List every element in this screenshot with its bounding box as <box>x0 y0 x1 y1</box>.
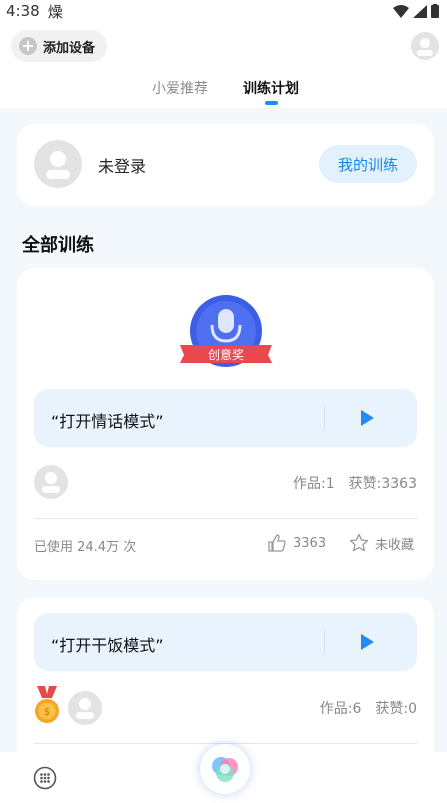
avatar <box>34 140 82 188</box>
training-phrase: “打开情话模式” <box>51 412 164 431</box>
phrase-box[interactable]: “打开情话模式” <box>34 389 417 447</box>
user-avatar-icon <box>417 38 433 56</box>
add-device-button[interactable]: + 添加设备 <box>11 30 108 62</box>
creative-award-badge: 创意奖 <box>180 295 272 367</box>
my-training-button[interactable]: 我的训练 <box>319 145 417 183</box>
login-card[interactable]: 未登录 我的训练 <box>17 124 434 206</box>
training-card[interactable]: 创意奖 “打开情话模式” 作品:1 获赞:3363 已使用 24.4万 次 33… <box>17 268 434 580</box>
favorite-button[interactable]: 未收藏 <box>349 533 414 553</box>
battery-icon <box>431 4 439 18</box>
user-avatar-icon <box>46 151 70 179</box>
phrase-box[interactable]: “打开干饭模式” <box>34 613 417 671</box>
assistant-button[interactable] <box>200 744 250 794</box>
works-count: 作品:6 <box>319 701 362 717</box>
works-count: 作品:1 <box>293 476 335 492</box>
author-avatar[interactable] <box>34 465 68 499</box>
likes-total: 获赞:3363 <box>348 476 417 492</box>
like-count: 3363 <box>293 535 327 551</box>
login-status[interactable]: 未登录 <box>98 153 146 177</box>
usage-count: 已使用 24.4万 次 <box>34 540 137 555</box>
play-icon[interactable] <box>359 409 375 427</box>
star-icon <box>349 533 369 552</box>
add-device-label: 添加设备 <box>43 40 96 56</box>
user-avatar-icon <box>42 472 60 493</box>
tab-bar: 小爱推荐 训练计划 <box>0 76 447 106</box>
divider <box>324 406 325 430</box>
favorite-label: 未收藏 <box>375 537 415 553</box>
user-avatar-icon <box>76 698 94 719</box>
profile-button[interactable] <box>411 32 439 60</box>
training-phrase: “打开干饭模式” <box>51 636 164 655</box>
divider <box>34 518 417 519</box>
app-grid-icon[interactable] <box>33 766 57 790</box>
thumbs-up-icon <box>268 534 286 552</box>
gold-medal-icon: $ <box>35 686 59 723</box>
section-title: 全部训练 <box>22 235 94 256</box>
badge-label: 创意奖 <box>208 347 244 362</box>
status-notification: 燥 <box>47 2 63 21</box>
signal-icon <box>413 4 427 18</box>
status-bar: 4:38 燥 <box>0 0 447 22</box>
author-stats: 作品:6 获赞:0 <box>320 698 417 718</box>
like-button[interactable]: 3363 <box>267 533 326 553</box>
xiaoai-orb-icon <box>212 757 238 782</box>
tab-recommend[interactable]: 小爱推荐 <box>152 78 208 98</box>
author-avatar[interactable] <box>68 691 102 725</box>
top-bar: + 添加设备 小爱推荐 训练计划 <box>0 22 447 108</box>
divider <box>324 630 325 654</box>
tab-active-indicator <box>265 101 278 105</box>
status-time: 4:38 <box>6 2 40 20</box>
bottom-bar <box>0 744 447 803</box>
tab-training-plan[interactable]: 训练计划 <box>243 78 299 98</box>
plus-circle-icon: + <box>19 37 37 55</box>
wifi-icon <box>393 4 409 18</box>
play-icon[interactable] <box>359 633 375 651</box>
likes-total: 获赞:0 <box>375 701 417 717</box>
svg-text:$: $ <box>44 707 50 718</box>
author-stats: 作品:1 获赞:3363 <box>293 473 417 493</box>
